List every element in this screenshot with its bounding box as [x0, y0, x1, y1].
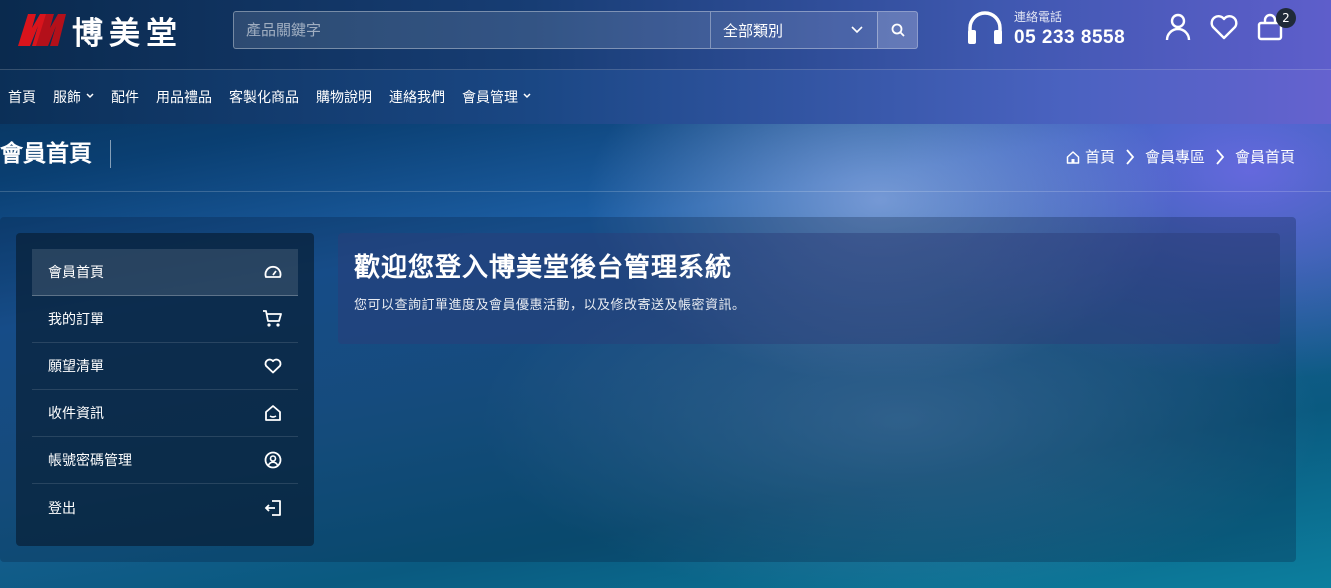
logo-mark-icon	[18, 14, 66, 46]
chevron-right-icon	[1216, 148, 1225, 165]
sidebar-item-orders[interactable]: 我的訂單	[32, 296, 298, 343]
main-nav: 首頁 服飾 配件 用品禮品 客製化商品 購物說明 連絡我們 會員管理	[0, 70, 1331, 124]
home-icon	[1066, 150, 1080, 164]
user-icon	[1165, 13, 1191, 41]
search-input[interactable]	[234, 12, 710, 48]
account-button[interactable]	[1164, 12, 1192, 42]
sidebar-item-member-home[interactable]: 會員首頁	[32, 249, 298, 296]
phone-label: 連絡電話	[1014, 10, 1063, 24]
member-sidebar: 會員首頁 我的訂單 願望清單 收件資訊 帳號密碼管理 登出	[16, 233, 314, 546]
sidebar-item-label: 會員首頁	[48, 265, 104, 281]
headphones-icon	[968, 10, 1002, 44]
page-title-bar: 會員首頁 首頁 會員專區 會員首頁	[0, 124, 1331, 192]
cart-icon	[263, 310, 282, 327]
logo[interactable]: 博美堂	[18, 12, 183, 52]
chevron-down-icon	[523, 92, 531, 102]
user-circle-icon	[264, 451, 282, 469]
logout-icon	[264, 499, 281, 516]
search-icon	[891, 23, 905, 37]
nav-item-label: 配件	[111, 90, 139, 106]
sidebar-item-label: 帳號密碼管理	[48, 453, 132, 469]
nav-item-label: 服飾	[53, 90, 81, 106]
welcome-title: 歡迎您登入博美堂後台管理系統	[354, 253, 733, 283]
search-bar: 全部類別	[233, 11, 918, 49]
nav-item-label: 購物說明	[316, 90, 372, 106]
nav-item-gifts[interactable]: 用品禮品	[156, 87, 212, 107]
welcome-card: 歡迎您登入博美堂後台管理系統 您可以查詢訂單進度及會員優惠活動，以及修改寄送及帳…	[338, 233, 1280, 344]
breadcrumb-member-area[interactable]: 會員專區	[1145, 146, 1205, 167]
nav-item-home[interactable]: 首頁	[8, 87, 36, 107]
wishlist-button[interactable]	[1210, 12, 1238, 42]
nav-item-custom[interactable]: 客製化商品	[229, 87, 299, 107]
sidebar-item-label: 收件資訊	[48, 406, 104, 422]
nav-item-accessories[interactable]: 配件	[111, 87, 139, 107]
search-button[interactable]	[877, 12, 917, 48]
cart-count-badge: 2	[1276, 8, 1296, 28]
breadcrumb-home[interactable]: 首頁	[1066, 146, 1115, 167]
nav-item-contact[interactable]: 連絡我們	[389, 87, 445, 107]
chevron-down-icon	[86, 92, 94, 102]
nav-item-label: 會員管理	[462, 90, 518, 106]
heart-icon	[1210, 15, 1238, 40]
nav-item-label: 客製化商品	[229, 90, 299, 106]
cart-button[interactable]: 2	[1256, 8, 1296, 42]
chevron-right-icon	[1126, 148, 1135, 165]
sidebar-item-label: 我的訂單	[48, 312, 104, 328]
content-panel: 會員首頁 我的訂單 願望清單 收件資訊 帳號密碼管理 登出 歡迎您登入博美堂後台…	[0, 217, 1296, 562]
nav-item-label: 用品禮品	[156, 90, 212, 106]
sidebar-item-logout[interactable]: 登出	[32, 484, 298, 531]
sidebar-item-account-password[interactable]: 帳號密碼管理	[32, 437, 298, 484]
phone-number[interactable]: 05 233 8558	[1014, 27, 1125, 49]
chevron-down-icon	[851, 26, 863, 34]
phone-contact: 連絡電話 05 233 8558	[966, 8, 1125, 49]
breadcrumb-label: 會員首頁	[1234, 148, 1295, 166]
sidebar-item-shipping-info[interactable]: 收件資訊	[32, 390, 298, 437]
sidebar-item-label: 登出	[48, 500, 76, 517]
sidebar-item-label: 願望清單	[48, 359, 104, 375]
welcome-description: 您可以查詢訂單進度及會員優惠活動，以及修改寄送及帳密資訊。	[354, 298, 746, 313]
dashboard-icon	[264, 265, 282, 278]
nav-item-label: 首頁	[8, 90, 36, 106]
category-select[interactable]: 全部類別	[710, 12, 877, 48]
logo-text: 博美堂	[72, 15, 183, 52]
nav-item-shopping-guide[interactable]: 購物說明	[316, 87, 372, 107]
page-title: 會員首頁	[0, 140, 111, 168]
breadcrumb-label: 首頁	[1084, 148, 1115, 166]
top-header: 博美堂 全部類別 連絡電話 05 233 8558	[0, 0, 1331, 70]
nav-item-label: 連絡我們	[389, 90, 445, 106]
heart-icon	[264, 358, 282, 374]
breadcrumb-current: 會員首頁	[1235, 146, 1295, 167]
home-icon	[265, 405, 281, 421]
nav-item-apparel[interactable]: 服飾	[53, 87, 94, 107]
category-select-value: 全部類別	[723, 21, 784, 40]
breadcrumb-label: 會員專區	[1144, 148, 1205, 166]
header-actions: 2	[1164, 8, 1296, 42]
nav-item-member[interactable]: 會員管理	[462, 87, 531, 107]
sidebar-item-wishlist[interactable]: 願望清單	[32, 343, 298, 390]
breadcrumb: 首頁 會員專區 會員首頁	[1066, 146, 1295, 167]
